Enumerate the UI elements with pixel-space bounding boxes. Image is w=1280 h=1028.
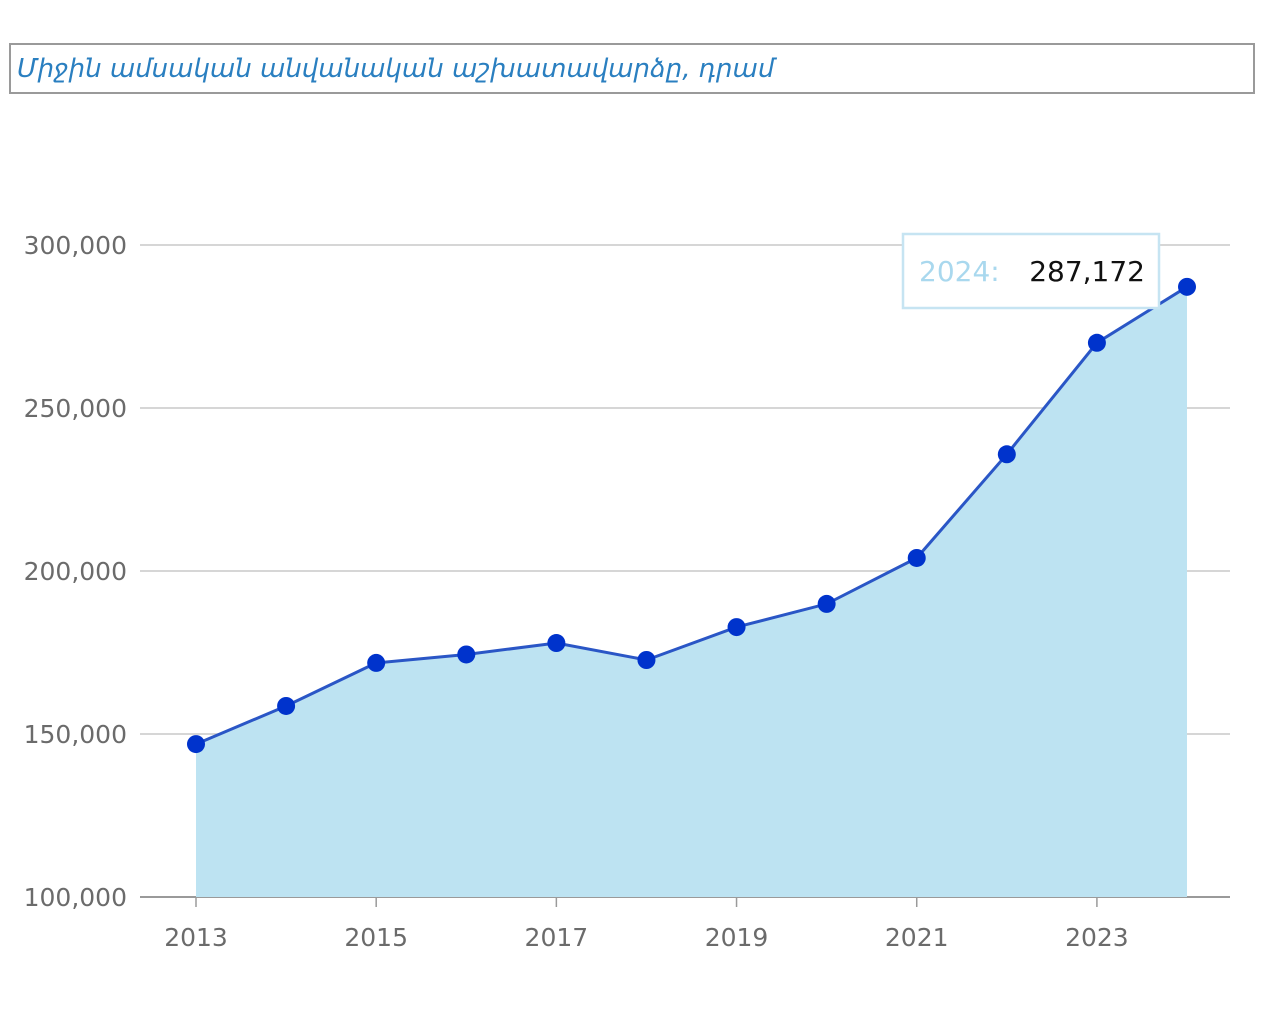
area-fill [196,286,1187,897]
data-point[interactable] [637,650,656,669]
data-point[interactable] [187,735,205,754]
x-tick-label: 2015 [344,923,408,952]
data-point[interactable] [1178,277,1196,296]
x-tick-label: 2021 [885,923,949,952]
data-point[interactable] [367,653,386,672]
data-point[interactable] [547,634,566,653]
x-tick-label: 2017 [525,923,589,952]
data-point[interactable] [1087,333,1106,352]
data-point[interactable] [727,618,746,637]
x-tick-label: 2023 [1065,923,1129,952]
x-axis-labels: 2013 2015 2017 2019 2021 2023 [164,897,1129,952]
y-tick-label: 200,000 [24,557,127,586]
tooltip-value: 287,172 [1029,255,1145,288]
data-point[interactable] [907,548,926,567]
data-point[interactable] [457,645,476,664]
y-tick-label: 100,000 [24,883,127,912]
data-point[interactable] [277,696,296,715]
tooltip-year: 2024: [919,255,1000,288]
data-point[interactable] [997,445,1016,464]
line-area-chart: 100,000 150,000 200,000 250,000 300,000 2013… [24,231,1230,952]
y-axis-labels: 100,000 150,000 200,000 250,000 300,000 [24,231,127,912]
x-tick-label: 2019 [705,923,769,952]
y-tick-label: 250,000 [24,394,127,423]
x-tick-label: 2013 [164,923,228,952]
tooltip: 2024: 287,172 [901,232,1161,310]
data-point[interactable] [817,594,836,613]
y-tick-label: 150,000 [24,720,127,749]
y-tick-label: 300,000 [24,231,127,260]
